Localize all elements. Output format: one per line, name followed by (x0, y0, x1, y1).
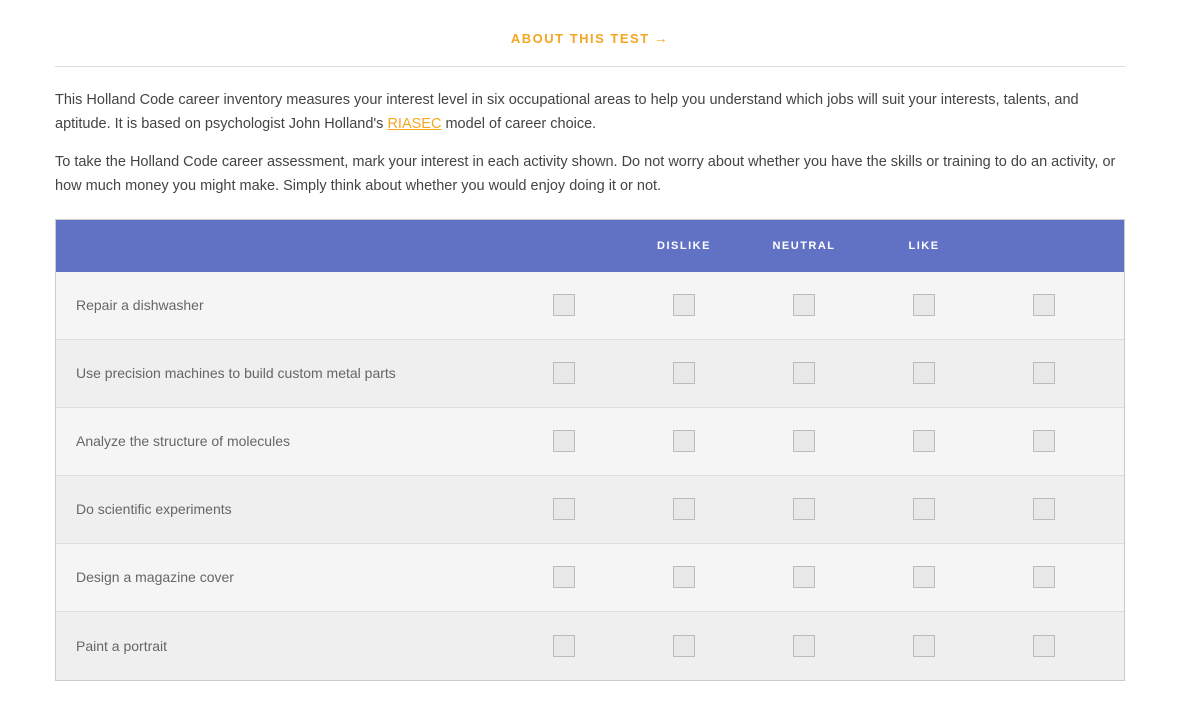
checkbox-cell (504, 498, 624, 520)
checkbox-cell (504, 294, 624, 316)
checkbox-like-5[interactable] (1033, 566, 1055, 588)
activity-label: Use precision machines to build custom m… (76, 347, 504, 399)
checkbox-cell (744, 566, 864, 588)
table-row: Do scientific experiments (56, 476, 1124, 544)
about-link-text: ABOUT THIS TEST (511, 31, 650, 46)
header-like: LIKE (864, 240, 984, 252)
arrow-icon: → (654, 30, 670, 46)
checkbox-neutral-6[interactable] (793, 635, 815, 657)
checkbox-dislike-3[interactable] (553, 430, 575, 452)
checkbox-cell (744, 430, 864, 452)
checkbox-cell (744, 635, 864, 657)
checkbox-cell (624, 635, 744, 657)
checkbox-cell (984, 498, 1104, 520)
activity-label: Analyze the structure of molecules (76, 415, 504, 467)
checkbox-2e[interactable] (673, 566, 695, 588)
table-row: Design a magazine cover (56, 544, 1124, 612)
checkbox-cell (744, 362, 864, 384)
header-dislike: DISLIKE (624, 240, 744, 252)
checkbox-4e[interactable] (913, 566, 935, 588)
table-header-row: DISLIKE NEUTRAL LIKE (56, 220, 1124, 272)
checkbox-cell (864, 430, 984, 452)
checkbox-4c[interactable] (913, 430, 935, 452)
checkbox-cell (504, 566, 624, 588)
checkbox-cell (984, 294, 1104, 316)
checkbox-dislike-1[interactable] (553, 294, 575, 316)
checkbox-dislike-6[interactable] (553, 635, 575, 657)
checkbox-cell (984, 362, 1104, 384)
checkbox-cell (864, 294, 984, 316)
checkbox-like-3[interactable] (1033, 430, 1055, 452)
checkbox-cell (984, 430, 1104, 452)
checkbox-cell (624, 430, 744, 452)
table-row: Repair a dishwasher (56, 272, 1124, 340)
checkbox-neutral-4[interactable] (793, 498, 815, 520)
checkbox-cell (984, 566, 1104, 588)
table-row: Analyze the structure of molecules (56, 408, 1124, 476)
checkbox-dislike-2[interactable] (553, 362, 575, 384)
riasec-link[interactable]: RIASEC (387, 116, 441, 132)
intro-text-after-riasec: model of career choice. (441, 116, 596, 132)
checkbox-2c[interactable] (673, 430, 695, 452)
checkbox-cell (624, 498, 744, 520)
checkbox-like-1[interactable] (1033, 294, 1055, 316)
intro-paragraph-2: To take the Holland Code career assessme… (55, 151, 1125, 199)
checkbox-neutral-2[interactable] (793, 362, 815, 384)
checkbox-cell (864, 362, 984, 384)
checkbox-dislike-4[interactable] (553, 498, 575, 520)
checkbox-2f[interactable] (673, 635, 695, 657)
checkbox-cell (864, 566, 984, 588)
checkbox-2[interactable] (673, 294, 695, 316)
checkbox-like-6[interactable] (1033, 635, 1055, 657)
checkbox-4[interactable] (913, 294, 935, 316)
intro-paragraph-1: This Holland Code career inventory measu… (55, 89, 1125, 137)
checkbox-4f[interactable] (913, 635, 935, 657)
checkbox-cell (744, 294, 864, 316)
assessment-table: DISLIKE NEUTRAL LIKE Repair a dishwasher… (55, 219, 1125, 681)
header-neutral: NEUTRAL (744, 240, 864, 252)
checkbox-cell (624, 566, 744, 588)
checkbox-like-4[interactable] (1033, 498, 1055, 520)
checkbox-2b[interactable] (673, 362, 695, 384)
about-header: ABOUT THIS TEST → (55, 20, 1125, 67)
activity-label: Paint a portrait (76, 620, 504, 672)
table-row: Use precision machines to build custom m… (56, 340, 1124, 408)
about-link[interactable]: ABOUT THIS TEST → (511, 31, 669, 46)
table-row: Paint a portrait (56, 612, 1124, 680)
activity-label: Repair a dishwasher (76, 279, 504, 331)
checkbox-cell (984, 635, 1104, 657)
checkbox-4d[interactable] (913, 498, 935, 520)
checkbox-cell (864, 498, 984, 520)
checkbox-cell (504, 430, 624, 452)
checkbox-neutral-5[interactable] (793, 566, 815, 588)
checkbox-cell (624, 362, 744, 384)
checkbox-neutral-1[interactable] (793, 294, 815, 316)
activity-label: Design a magazine cover (76, 551, 504, 603)
activity-label: Do scientific experiments (76, 483, 504, 535)
checkbox-cell (624, 294, 744, 316)
checkbox-cell (504, 362, 624, 384)
checkbox-2d[interactable] (673, 498, 695, 520)
checkbox-4b[interactable] (913, 362, 935, 384)
checkbox-cell (744, 498, 864, 520)
checkbox-neutral-3[interactable] (793, 430, 815, 452)
checkbox-cell (504, 635, 624, 657)
checkbox-like-2[interactable] (1033, 362, 1055, 384)
checkbox-cell (864, 635, 984, 657)
checkbox-dislike-5[interactable] (553, 566, 575, 588)
